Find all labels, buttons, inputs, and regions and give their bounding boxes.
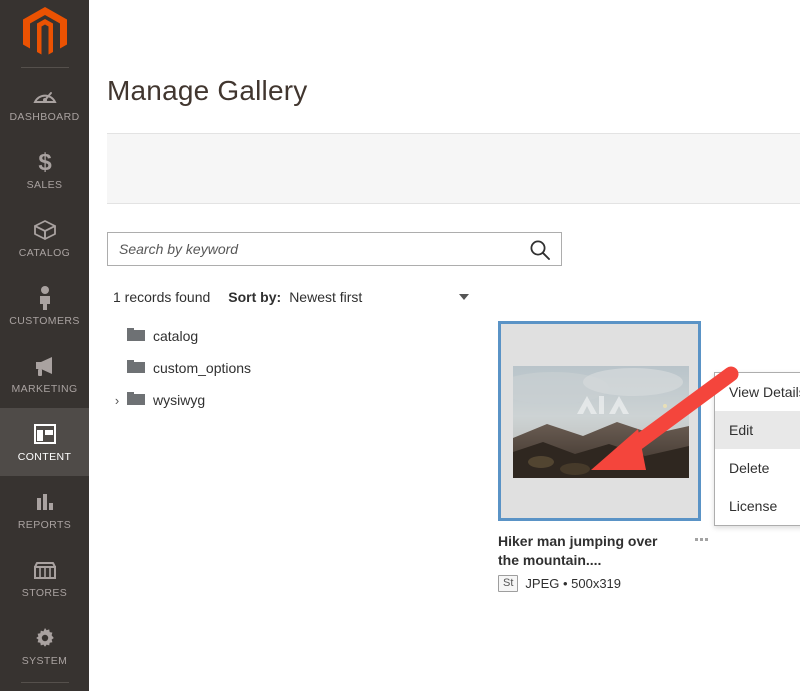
dashboard-icon [32,81,58,107]
folder-icon [127,391,145,409]
sidebar-item-system[interactable]: SYSTEM [0,612,89,680]
results-toolbar: 1 records found Sort by: Newest first [113,287,800,307]
folder-tree: › catalog › custom_option [89,320,389,416]
sidebar-item-customers[interactable]: CUSTOMERS [0,272,89,340]
sidebar-item-content[interactable]: CONTENT [0,408,89,476]
sidebar-item-label: SALES [26,179,63,191]
tree-node-label: catalog [153,328,199,344]
folder-icon [127,359,145,377]
dollar-icon: $ [35,149,55,175]
sidebar-item-label: SYSTEM [21,655,68,667]
chevron-right-icon[interactable]: › [109,393,125,408]
sidebar-divider-bottom [20,682,69,683]
content-body: › catalog › custom_option [89,320,800,592]
person-icon [36,285,54,311]
tree-node-wysiwyg[interactable]: › wysiwyg [109,384,389,416]
box-icon [32,217,58,243]
tree-node-catalog[interactable]: › catalog [109,320,389,352]
sidebar-item-reports[interactable]: REPORTS [0,476,89,544]
magento-logo[interactable] [0,0,89,64]
menu-item-view-details[interactable]: View Details [715,373,800,411]
page-title: Manage Gallery [107,75,308,106]
sidebar-item-label: REPORTS [17,519,72,531]
media-thumbnail [513,366,689,478]
menu-item-edit[interactable]: Edit [715,411,800,449]
magento-admin-page: DASHBOARD $ SALES CATALOG CUSTOMERS MARK… [0,0,800,691]
magento-logo-icon [22,7,67,55]
search-row [107,232,800,266]
svg-text:$: $ [38,149,52,175]
media-meta: JPEG • 500x319 [525,576,622,591]
messages-panel [107,133,800,204]
bar-chart-icon [33,489,57,515]
media-card[interactable]: View Details Edit Delete License [498,321,800,526]
sidebar-item-label: STORES [21,587,68,599]
search-box[interactable] [107,232,562,266]
media-caption: Hiker man jumping over the mountain.... … [498,532,708,592]
menu-item-label: License [729,498,778,514]
menu-item-label: Delete [729,460,770,476]
main-content: Manage Gallery 1 records found Sort by: … [89,0,800,691]
tree-node-label: wysiwyg [153,392,206,408]
menu-item-label: View Details [729,384,800,400]
gear-icon [33,625,57,651]
search-icon[interactable] [529,239,551,261]
media-title: Hiker man jumping over the mountain.... [498,533,658,568]
megaphone-icon [32,353,58,379]
sort-by-label: Sort by: [228,289,282,305]
menu-item-label: Edit [729,422,754,438]
media-grid: View Details Edit Delete License Hiker m… [389,320,800,592]
tree-node-custom-options[interactable]: › custom_options [109,352,389,384]
menu-item-delete[interactable]: Delete [715,449,800,487]
sidebar-item-catalog[interactable]: CATALOG [0,204,89,272]
sort-by-value[interactable]: Newest first [289,289,362,305]
search-input[interactable] [108,233,561,265]
sidebar-item-sales[interactable]: $ SALES [0,136,89,204]
sidebar-item-label: CATALOG [18,247,71,259]
source-badge: St [498,575,519,592]
sidebar-item-label: CUSTOMERS [9,315,80,327]
sidebar-item-stores[interactable]: STORES [0,544,89,612]
context-menu[interactable]: View Details Edit Delete License [714,372,800,526]
records-found-label: 1 records found [113,289,211,305]
folder-icon [127,327,145,345]
sidebar-item-label: DASHBOARD [9,111,80,123]
sidebar-item-marketing[interactable]: MARKETING [0,340,89,408]
sidebar-item-find-partners[interactable]: FIND PARTNERS & EXTENSIONS [0,687,89,691]
storefront-icon [32,557,58,583]
sidebar-item-label: CONTENT [17,451,72,463]
sidebar-item-dashboard[interactable]: DASHBOARD [0,68,89,136]
tree-node-label: custom_options [153,360,252,376]
menu-item-license[interactable]: License [715,487,800,525]
layout-icon [33,421,57,447]
chevron-down-icon[interactable] [459,294,470,300]
more-options-icon[interactable] [695,532,708,541]
sidebar-item-label: MARKETING [11,383,78,395]
admin-sidebar: DASHBOARD $ SALES CATALOG CUSTOMERS MARK… [0,0,89,691]
